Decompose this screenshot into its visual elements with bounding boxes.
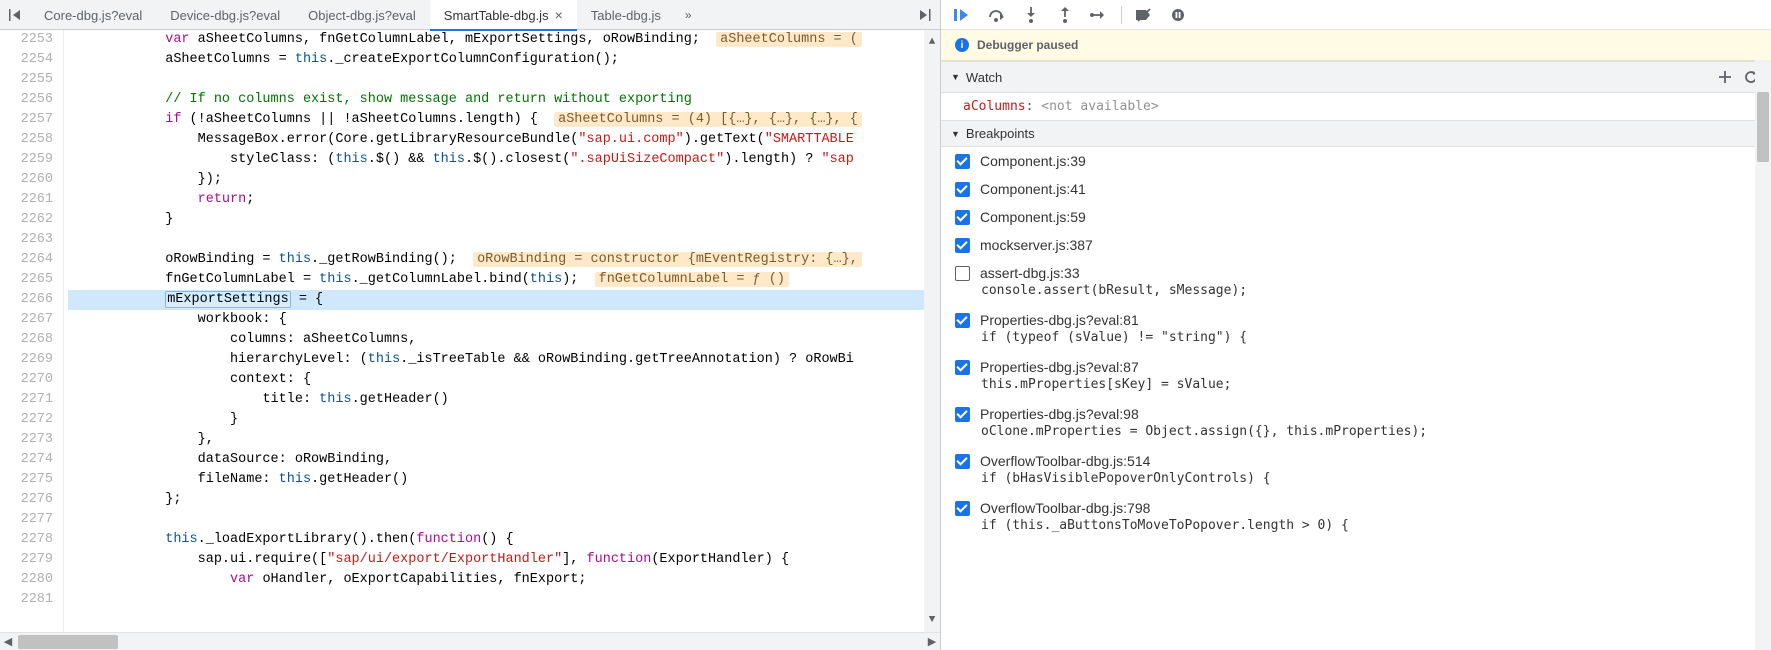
- breakpoint-source-line: if (this._aButtonsToMoveToPopover.length…: [955, 516, 1757, 535]
- breakpoint-checkbox[interactable]: [955, 454, 970, 469]
- breakpoint-item[interactable]: Properties-dbg.js?eval:81if (typeof (sVa…: [941, 306, 1771, 353]
- debugger-status-text: Debugger paused: [977, 38, 1078, 52]
- breakpoint-label: mockserver.js:387: [980, 237, 1093, 253]
- breakpoint-item[interactable]: Properties-dbg.js?eval:98oClone.mPropert…: [941, 400, 1771, 447]
- breakpoint-item[interactable]: Component.js:59: [941, 203, 1771, 231]
- source-tabbar: Core-dbg.js?eval Device-dbg.js?eval Object…: [0, 0, 940, 30]
- breakpoint-label: Properties-dbg.js?eval:87: [980, 359, 1139, 375]
- breakpoint-label: Component.js:59: [980, 209, 1086, 225]
- source-tab[interactable]: Object-dbg.js?eval: [294, 0, 430, 30]
- breakpoint-source-line: if (bHasVisiblePopoverOnlyControls) {: [955, 469, 1757, 488]
- close-tab-icon[interactable]: ×: [555, 8, 563, 22]
- debugger-status-banner: i Debugger paused: [941, 30, 1771, 61]
- step-over-button[interactable]: [985, 3, 1009, 27]
- collapse-icon: ▼: [951, 72, 960, 82]
- breakpoint-item[interactable]: Component.js:41: [941, 175, 1771, 203]
- breakpoint-item[interactable]: OverflowToolbar-dbg.js:514if (bHasVisibl…: [941, 447, 1771, 494]
- tab-overflow-button[interactable]: »: [675, 0, 702, 29]
- breakpoint-label: assert-dbg.js:33: [980, 265, 1080, 281]
- deactivate-breakpoints-button[interactable]: [1132, 3, 1156, 27]
- tab-label: Object-dbg.js?eval: [308, 8, 416, 23]
- breakpoint-label: Component.js:39: [980, 153, 1086, 169]
- info-icon: i: [955, 38, 969, 52]
- breakpoints-section-title: Breakpoints: [966, 126, 1035, 141]
- code-editor[interactable]: 2253225422552256225722582259226022612262…: [0, 30, 940, 632]
- source-tab[interactable]: Core-dbg.js?eval: [30, 0, 156, 30]
- breakpoint-checkbox[interactable]: [955, 210, 970, 225]
- step-button[interactable]: [1087, 3, 1111, 27]
- breakpoint-item[interactable]: mockserver.js:387: [941, 231, 1771, 259]
- breakpoint-checkbox[interactable]: [955, 238, 970, 253]
- breakpoint-checkbox[interactable]: [955, 182, 970, 197]
- breakpoint-label: OverflowToolbar-dbg.js:514: [980, 453, 1150, 469]
- breakpoint-checkbox[interactable]: [955, 407, 970, 422]
- step-out-button[interactable]: [1053, 3, 1077, 27]
- breakpoint-source-line: console.assert(bResult, sMessage);: [955, 281, 1757, 300]
- collapse-icon: ▼: [951, 129, 960, 139]
- tab-label: SmartTable-dbg.js: [444, 8, 549, 23]
- breakpoint-checkbox[interactable]: [955, 360, 970, 375]
- source-tab[interactable]: SmartTable-dbg.js ×: [430, 0, 577, 30]
- tab-prev-button[interactable]: [0, 0, 30, 29]
- breakpoint-label: Properties-dbg.js?eval:98: [980, 406, 1139, 422]
- editor-horizontal-scrollbar[interactable]: ◀ ▶: [0, 632, 940, 650]
- source-tab[interactable]: Device-dbg.js?eval: [156, 0, 294, 30]
- breakpoint-item[interactable]: assert-dbg.js:33console.assert(bResult, …: [941, 259, 1771, 306]
- breakpoints-section-header[interactable]: ▼ Breakpoints: [941, 120, 1771, 147]
- breakpoint-source-line: if (typeof (sValue) != "string") {: [955, 328, 1757, 347]
- sidebar-vertical-scrollbar[interactable]: [1755, 60, 1771, 650]
- breakpoint-label: Properties-dbg.js?eval:81: [980, 312, 1139, 328]
- add-watch-button[interactable]: [1715, 67, 1735, 87]
- resume-button[interactable]: [951, 3, 975, 27]
- source-tab[interactable]: Table-dbg.js: [577, 0, 675, 30]
- watch-section-title: Watch: [966, 70, 1002, 85]
- breakpoint-checkbox[interactable]: [955, 266, 970, 281]
- tab-label: Device-dbg.js?eval: [170, 8, 280, 23]
- tab-next-button[interactable]: [910, 0, 940, 29]
- watch-expression[interactable]: aColumns: <not available>: [941, 93, 1771, 120]
- pause-exceptions-button[interactable]: [1166, 3, 1190, 27]
- breakpoint-item[interactable]: Component.js:39: [941, 147, 1771, 175]
- breakpoint-label: Component.js:41: [980, 181, 1086, 197]
- debugger-toolbar: [941, 0, 1771, 30]
- breakpoint-checkbox[interactable]: [955, 313, 970, 328]
- breakpoint-source-line: oClone.mProperties = Object.assign({}, t…: [955, 422, 1757, 441]
- breakpoint-item[interactable]: Properties-dbg.js?eval:87this.mPropertie…: [941, 353, 1771, 400]
- step-into-button[interactable]: [1019, 3, 1043, 27]
- editor-vertical-scrollbar[interactable]: ▲ ▼: [924, 30, 940, 632]
- breakpoint-item[interactable]: OverflowToolbar-dbg.js:798if (this._aBut…: [941, 494, 1771, 541]
- breakpoint-checkbox[interactable]: [955, 501, 970, 516]
- tab-label: Core-dbg.js?eval: [44, 8, 142, 23]
- breakpoint-label: OverflowToolbar-dbg.js:798: [980, 500, 1150, 516]
- tab-label: Table-dbg.js: [591, 8, 661, 23]
- breakpoint-source-line: this.mProperties[sKey] = sValue;: [955, 375, 1757, 394]
- breakpoint-checkbox[interactable]: [955, 154, 970, 169]
- watch-section-header[interactable]: ▼ Watch: [941, 61, 1771, 93]
